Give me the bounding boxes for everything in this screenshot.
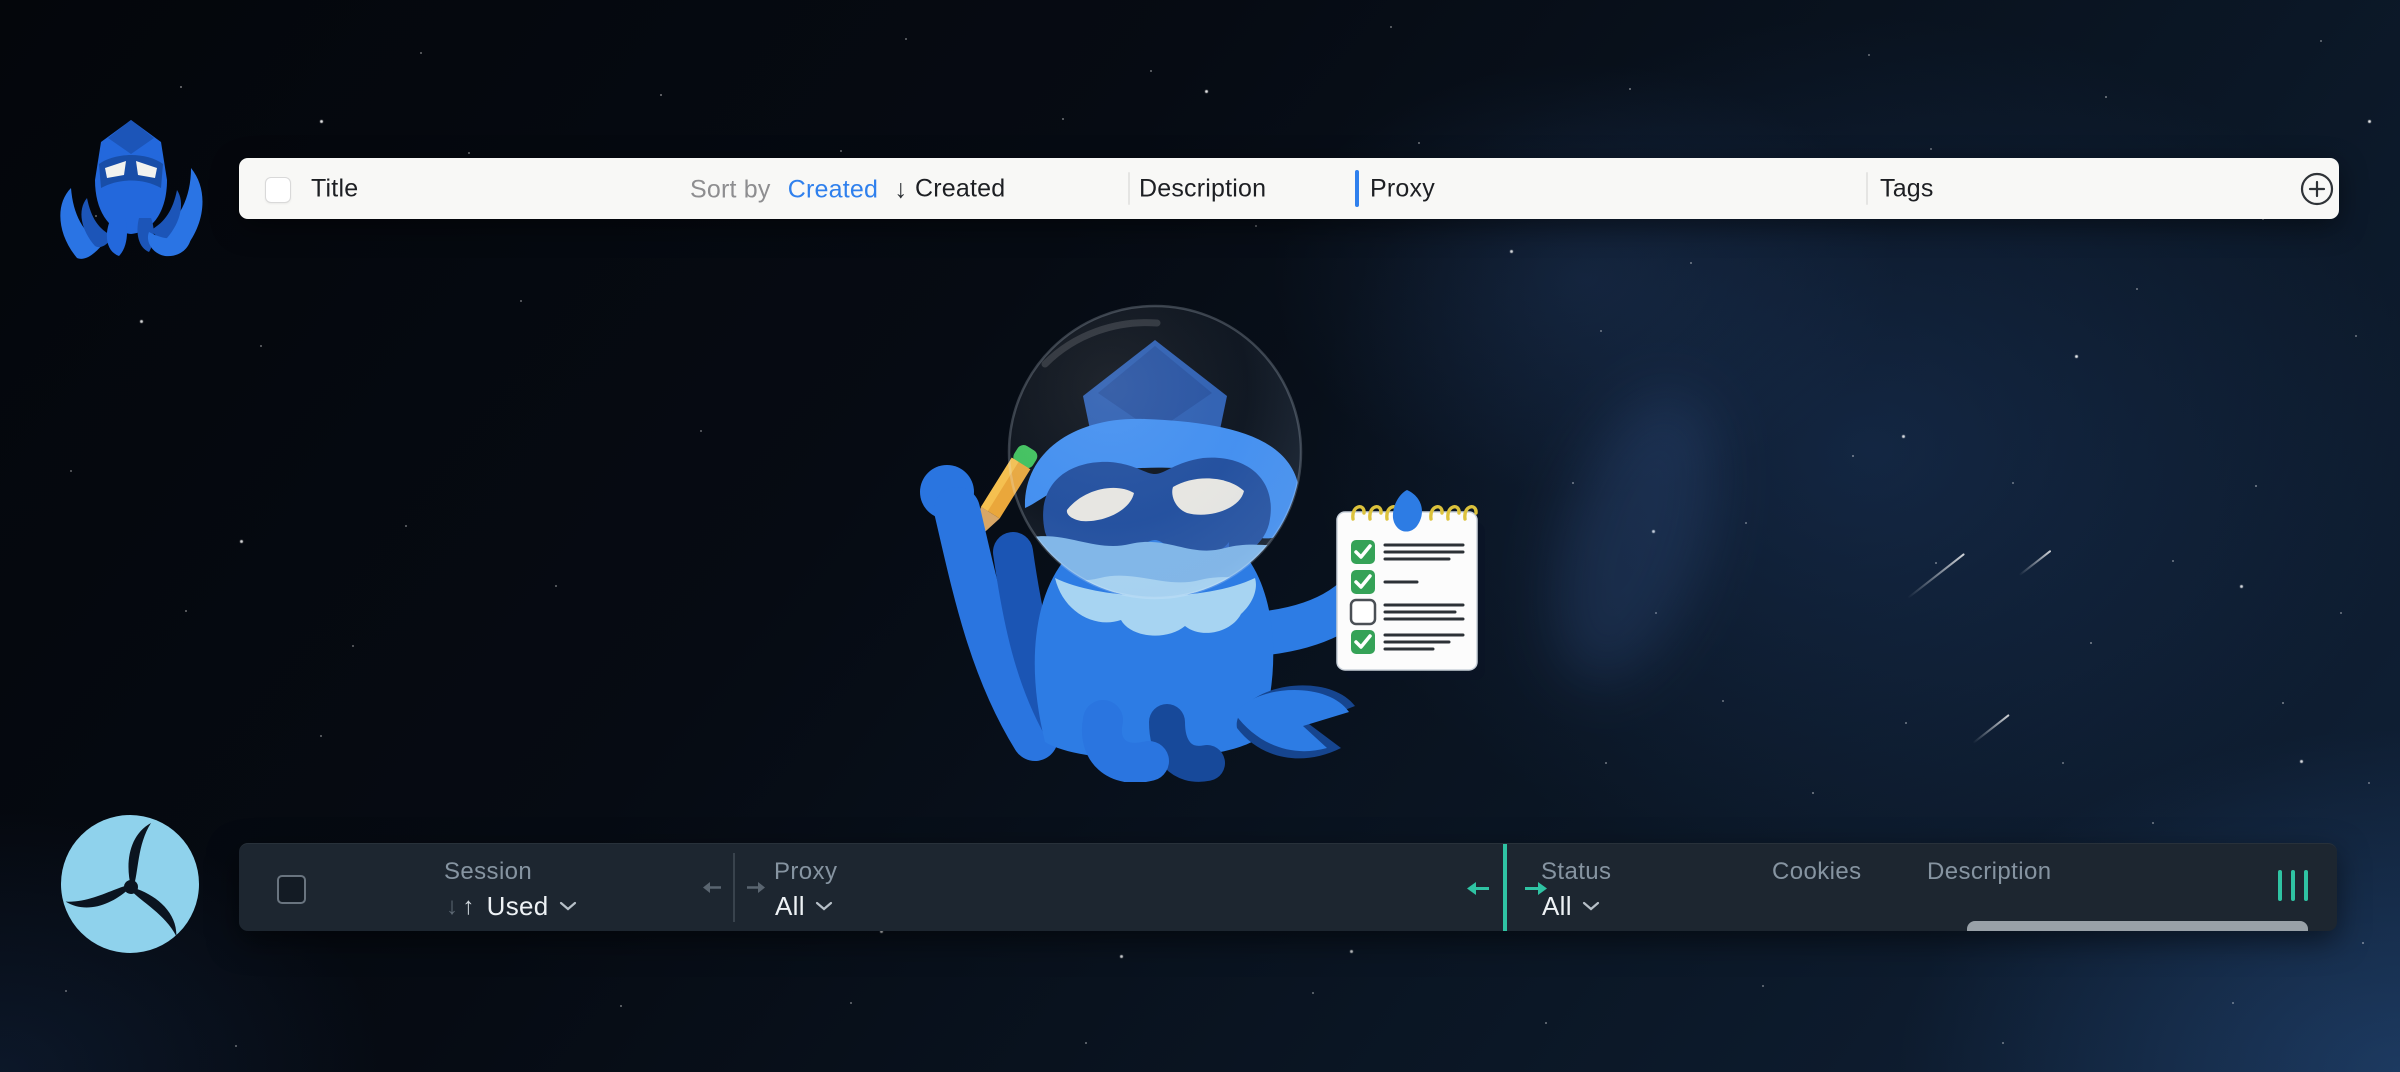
filter-status-value[interactable]: All	[1542, 891, 1600, 922]
sort-control[interactable]: Sort by Created ↓	[690, 173, 907, 204]
column-divider	[1866, 172, 1868, 205]
filter-proxy-label: Proxy	[774, 858, 837, 886]
status-value-text[interactable]: All	[1542, 891, 1572, 922]
star-field-bright	[0, 0, 3, 3]
proxy-value-text[interactable]: All	[775, 891, 805, 922]
shooting-star	[1907, 553, 1965, 599]
filter-proxy-value[interactable]: All	[775, 891, 833, 922]
column-divider	[1128, 172, 1130, 205]
filter-session-label: Session	[444, 858, 532, 886]
select-all-checkbox-dark[interactable]	[277, 875, 306, 904]
column-resize-indicator[interactable]	[1355, 170, 1359, 207]
column-header-description[interactable]: Description	[1139, 174, 1266, 203]
shooting-star	[2019, 550, 2052, 576]
shooting-star	[1972, 714, 2009, 744]
resize-left-arrow-teal-icon	[1465, 880, 1491, 897]
filter-description-label[interactable]: Description	[1927, 858, 2051, 886]
column-header-tags[interactable]: Tags	[1880, 174, 1934, 203]
column-drag-handle[interactable]	[2278, 870, 2308, 901]
filter-status-label: Status	[1541, 858, 1611, 886]
session-value-text[interactable]: Used	[487, 891, 549, 922]
active-column-resize-handle[interactable]	[1503, 844, 1507, 931]
chevron-down-icon	[1582, 901, 1600, 912]
chevron-down-icon	[559, 901, 577, 912]
octopus-mascot-illustration	[905, 282, 1485, 782]
filter-bar: Session ↓ ↑ Used Proxy All	[239, 843, 2337, 931]
shuriken-round-logo[interactable]	[58, 812, 202, 956]
column-header-title[interactable]: Title	[311, 174, 358, 203]
filter-session-value[interactable]: ↓ ↑ Used	[446, 891, 577, 922]
add-column-icon[interactable]	[2299, 171, 2335, 207]
select-all-checkbox[interactable]	[265, 177, 291, 203]
resize-left-arrow-icon	[701, 880, 723, 895]
checklist-notepad	[1337, 490, 1485, 680]
sort-field-value[interactable]: Created	[788, 175, 878, 203]
table-header-bar: Title Sort by Created ↓ Created Descript…	[239, 158, 2339, 219]
column-header-proxy[interactable]: Proxy	[1370, 174, 1435, 203]
column-divider[interactable]	[733, 853, 735, 922]
app-window: Title Sort by Created ↓ Created Descript…	[0, 0, 2400, 1072]
sort-descending-icon[interactable]: ↓	[446, 893, 458, 921]
filter-cookies-label[interactable]: Cookies	[1772, 858, 1862, 886]
sort-direction-icon[interactable]: ↓	[894, 173, 907, 203]
sort-ascending-icon[interactable]: ↑	[462, 893, 474, 921]
sort-by-label: Sort by	[690, 175, 771, 203]
resize-right-arrow-icon	[745, 880, 767, 895]
horizontal-scrollbar-thumb[interactable]	[1967, 921, 2308, 931]
column-header-created[interactable]: Created	[915, 174, 1005, 203]
nebula-wisp	[1522, 374, 1748, 703]
chevron-down-icon	[815, 901, 833, 912]
octo-app-logo[interactable]	[55, 106, 207, 262]
